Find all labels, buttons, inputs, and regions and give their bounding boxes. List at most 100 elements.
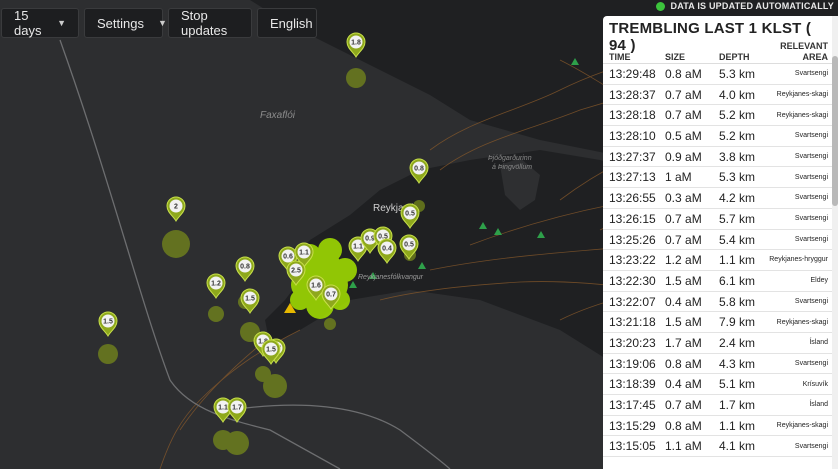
row-size: 0.8 aM [665, 67, 702, 81]
quake-pin-label: 1.1 [353, 244, 363, 251]
row-size: 1.2 aM [665, 253, 702, 268]
table-row[interactable]: 13:28:37 0.7 aM 4.0 km Reykjanes-skagi [603, 85, 838, 106]
row-size: 0.4 aM [665, 294, 702, 309]
row-depth: 5.2 km [719, 129, 756, 144]
row-size: 0.7 aM [665, 232, 702, 247]
row-size: 1.1 aM [665, 439, 702, 454]
earthquake-map-page: Faxaflói Reykjavík Þjóðgarðurinn á Þingv… [0, 0, 838, 469]
table-row[interactable]: 13:26:15 0.7 aM 5.7 km Svartsengi [603, 209, 838, 230]
table-row[interactable]: 13:15:29 0.8 aM 1.1 km Reykjanes-skagi [603, 416, 838, 437]
table-row[interactable]: 13:17:45 0.7 aM 1.7 km Ísland [603, 395, 838, 416]
quake-pin-label: 2 [174, 204, 178, 211]
row-depth: 4.2 km [719, 191, 756, 206]
row-size: 0.7 aM [665, 87, 702, 102]
row-time: 13:26:15 [609, 211, 656, 226]
table-header: TIME SIZE DEPTH RELEVANT AREA [603, 38, 838, 64]
quake-pin-label: 1.7 [232, 405, 242, 412]
row-depth: 1.1 km [719, 418, 756, 433]
quake-pin-label: 0.6 [283, 254, 293, 261]
row-depth: 5.8 km [719, 294, 756, 309]
row-depth: 4.1 km [719, 439, 756, 454]
row-area: Svartsengi [794, 70, 828, 78]
row-size: 0.9 aM [665, 149, 702, 164]
table-row[interactable]: 13:21:18 1.5 aM 7.9 km Reykjanes-skagi [603, 312, 838, 333]
period-select[interactable]: 15 days ▼ [1, 8, 79, 38]
row-depth: 4.0 km [719, 87, 756, 102]
row-size: 1.7 aM [665, 335, 702, 350]
row-size: 0.5 aM [665, 129, 702, 144]
table-row[interactable]: 13:23:22 1.2 aM 1.1 km Reykjanes-hryggur [603, 250, 838, 271]
quake-pin-label: 0.8 [414, 166, 424, 173]
row-depth: 5.3 km [719, 67, 756, 81]
row-area: Krísuvík [802, 380, 828, 388]
table-row[interactable]: 13:18:39 0.4 aM 5.1 km Krísuvík [603, 374, 838, 395]
peninsula-label: Reykjanesfólkvangur [358, 274, 424, 281]
quake-pin-label: 0.4 [382, 246, 392, 253]
row-time: 13:15:05 [609, 439, 656, 454]
row-size: 0.7 aM [665, 398, 702, 412]
scrollbar[interactable] [832, 16, 838, 469]
table-row[interactable]: 13:22:07 0.4 aM 5.8 km Svartsengi [603, 292, 838, 313]
col-depth[interactable]: DEPTH [719, 52, 750, 62]
row-time: 13:15:29 [609, 418, 656, 433]
row-time: 13:19:06 [609, 356, 656, 371]
table-row[interactable]: 13:26:55 0.3 aM 4.2 km Svartsengi [603, 188, 838, 209]
table-row[interactable]: 13:28:10 0.5 aM 5.2 km Svartsengi [603, 126, 838, 147]
row-depth: 5.2 km [719, 108, 756, 123]
earthquake-list-panel: TREMBLING LAST 1 KLST ( 94 ) TIME SIZE D… [603, 16, 838, 469]
table-row[interactable]: 13:22:30 1.5 aM 6.1 km Eldey [603, 271, 838, 292]
row-area: Svartsengi [794, 235, 828, 243]
table-row[interactable]: 13:28:18 0.7 aM 5.2 km Reykjanes-skagi [603, 105, 838, 127]
col-time[interactable]: TIME [609, 52, 631, 62]
park-label-2: á Þingvöllum [492, 164, 532, 171]
chevron-down-icon: ▼ [157, 18, 167, 28]
row-time: 13:28:37 [609, 87, 656, 102]
row-area: Ísland [809, 339, 828, 347]
row-area: Reykjanes-skagi [776, 111, 828, 119]
col-area-2[interactable]: AREA [802, 52, 828, 62]
row-size: 0.7 aM [665, 108, 702, 123]
auto-update-status: DATA IS UPDATED AUTOMATICALLY [655, 1, 834, 11]
table-row[interactable]: 13:29:48 0.8 aM 5.3 km Svartsengi [603, 64, 838, 85]
row-area: Reykjanes-skagi [776, 90, 828, 98]
row-time: 13:28:18 [609, 108, 656, 123]
row-time: 13:22:07 [609, 294, 656, 309]
row-size: 0.4 aM [665, 377, 702, 392]
table-row[interactable]: 13:19:06 0.8 aM 4.3 km Svartsengi [603, 354, 838, 375]
table-row[interactable]: 13:27:13 1 aM 5.3 km Svartsengi [603, 167, 838, 189]
table-row[interactable]: 13:20:23 1.7 aM 2.4 km Ísland [603, 333, 838, 354]
quake-pin-label: 0.5 [405, 211, 415, 218]
row-area: Ísland [809, 401, 828, 409]
quake-pin-label: 1.5 [245, 296, 255, 303]
table-row[interactable]: 13:15:05 1.1 aM 4.1 km Svartsengi [603, 436, 838, 458]
stop-updates-button[interactable]: Stop updates [168, 8, 252, 38]
row-depth: 5.3 km [719, 170, 756, 185]
table-row[interactable]: 13:27:37 0.9 aM 3.8 km Svartsengi [603, 147, 838, 168]
scrollbar-thumb[interactable] [832, 56, 838, 206]
row-time: 13:28:10 [609, 129, 656, 144]
settings-select[interactable]: Settings ▼ [84, 8, 167, 38]
row-depth: 5.4 km [719, 232, 756, 247]
language-button[interactable]: English [257, 8, 317, 38]
row-time: 13:17:45 [609, 398, 656, 412]
col-size[interactable]: SIZE [665, 52, 685, 62]
auto-update-text: DATA IS UPDATED AUTOMATICALLY [670, 1, 834, 11]
row-depth: 5.7 km [719, 211, 756, 226]
bay-label: Faxaflói [260, 110, 296, 121]
row-time: 13:22:30 [609, 273, 656, 288]
row-depth: 4.3 km [719, 356, 756, 371]
quake-pin-label: 0.7 [326, 292, 336, 299]
panel-title: TREMBLING LAST 1 KLST ( 94 ) [609, 20, 812, 54]
row-area: Svartsengi [794, 215, 828, 223]
row-time: 13:18:39 [609, 377, 656, 392]
row-area: Svartsengi [794, 194, 828, 202]
chevron-down-icon: ▼ [57, 18, 66, 28]
row-depth: 1.1 km [719, 253, 756, 268]
col-area-1[interactable]: RELEVANT [780, 41, 828, 51]
table-row[interactable]: 13:25:26 0.7 aM 5.4 km Svartsengi [603, 230, 838, 251]
row-area: Svartsengi [794, 442, 828, 450]
row-size: 1.5 aM [665, 273, 702, 288]
quake-pin-label: 0.8 [240, 264, 250, 271]
row-time: 13:27:13 [609, 170, 656, 185]
row-time: 13:26:55 [609, 191, 656, 206]
